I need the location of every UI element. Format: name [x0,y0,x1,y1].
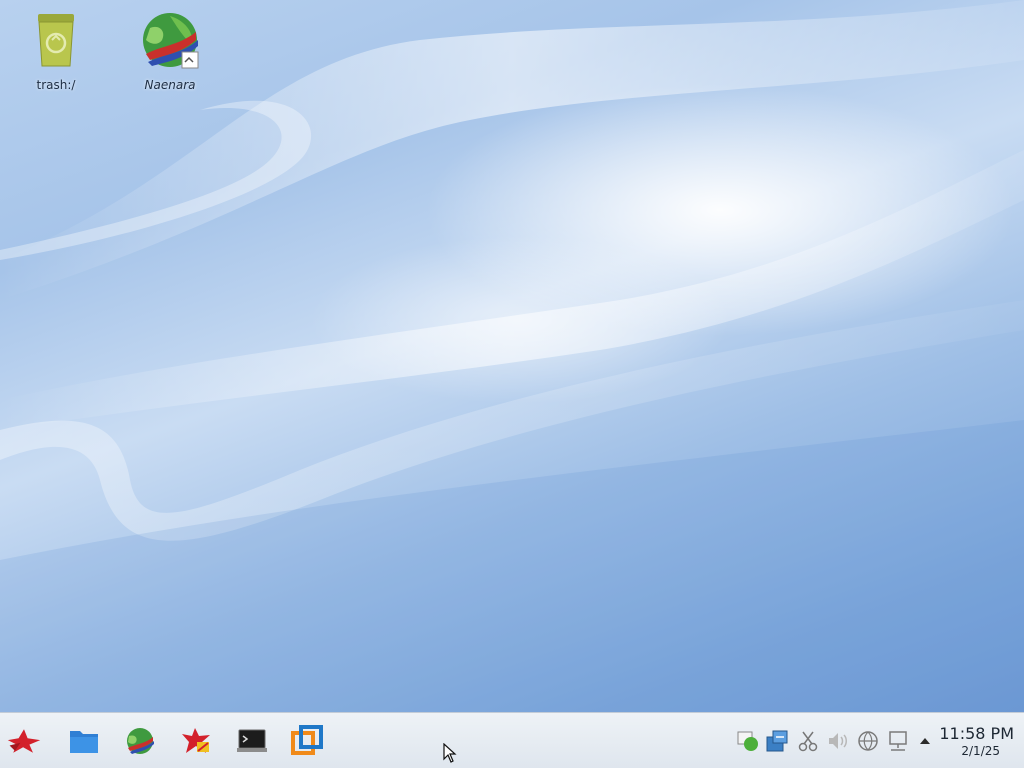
network-computer-icon [889,731,907,751]
tray-clipboard[interactable] [796,729,820,753]
wallpaper-wave-graphic [0,0,1024,712]
tray-expand-button[interactable] [913,729,937,753]
desktop-icon-naenara[interactable]: Naenara [130,10,210,92]
naenara-globe-icon [127,728,154,754]
naenara-browser-button[interactable] [122,723,158,759]
file-manager-button[interactable] [66,723,102,759]
clipboard-scissors-icon [798,731,818,752]
start-menu-star-icon [7,729,41,753]
desktop-icon-trash[interactable]: trash:/ [16,10,96,92]
clock-date: 2/1/25 [961,744,1000,758]
file-manager-folder-icon [70,731,98,753]
clock-time: 11:58 PM [939,724,1014,743]
tray-expand-arrow-icon [920,738,930,744]
desktop-icon-label: Naenara [144,78,196,92]
office-suite-button[interactable] [178,723,214,759]
tray-network-computer[interactable] [886,729,910,753]
desktop-wallpaper[interactable]: trash:/ Naenara [0,0,1024,712]
tray-volume[interactable] [826,729,850,753]
tray-chat-status[interactable] [736,729,760,753]
mouse-pointer-icon [443,743,457,763]
trash-bin-icon [38,14,74,67]
globe-browser-icon [143,13,199,69]
office-suite-icon [182,728,210,753]
terminal-icon [237,729,267,752]
chat-status-icon [737,731,758,751]
desktop-icon-label: trash:/ [36,78,76,92]
terminal-button[interactable] [234,723,270,759]
taskbar: 11:58 PM 2/1/25 [0,712,1024,768]
virtualbox-button[interactable] [289,723,325,759]
volume-icon [829,733,847,749]
tray-package-update[interactable] [765,729,789,753]
network-globe-icon [858,731,878,751]
virtualbox-icon [291,725,323,755]
tray-network-globe[interactable] [856,729,880,753]
taskbar-clock[interactable]: 11:58 PM 2/1/25 [938,725,1014,759]
start-menu-button[interactable] [6,723,42,759]
package-update-icon [766,730,788,752]
